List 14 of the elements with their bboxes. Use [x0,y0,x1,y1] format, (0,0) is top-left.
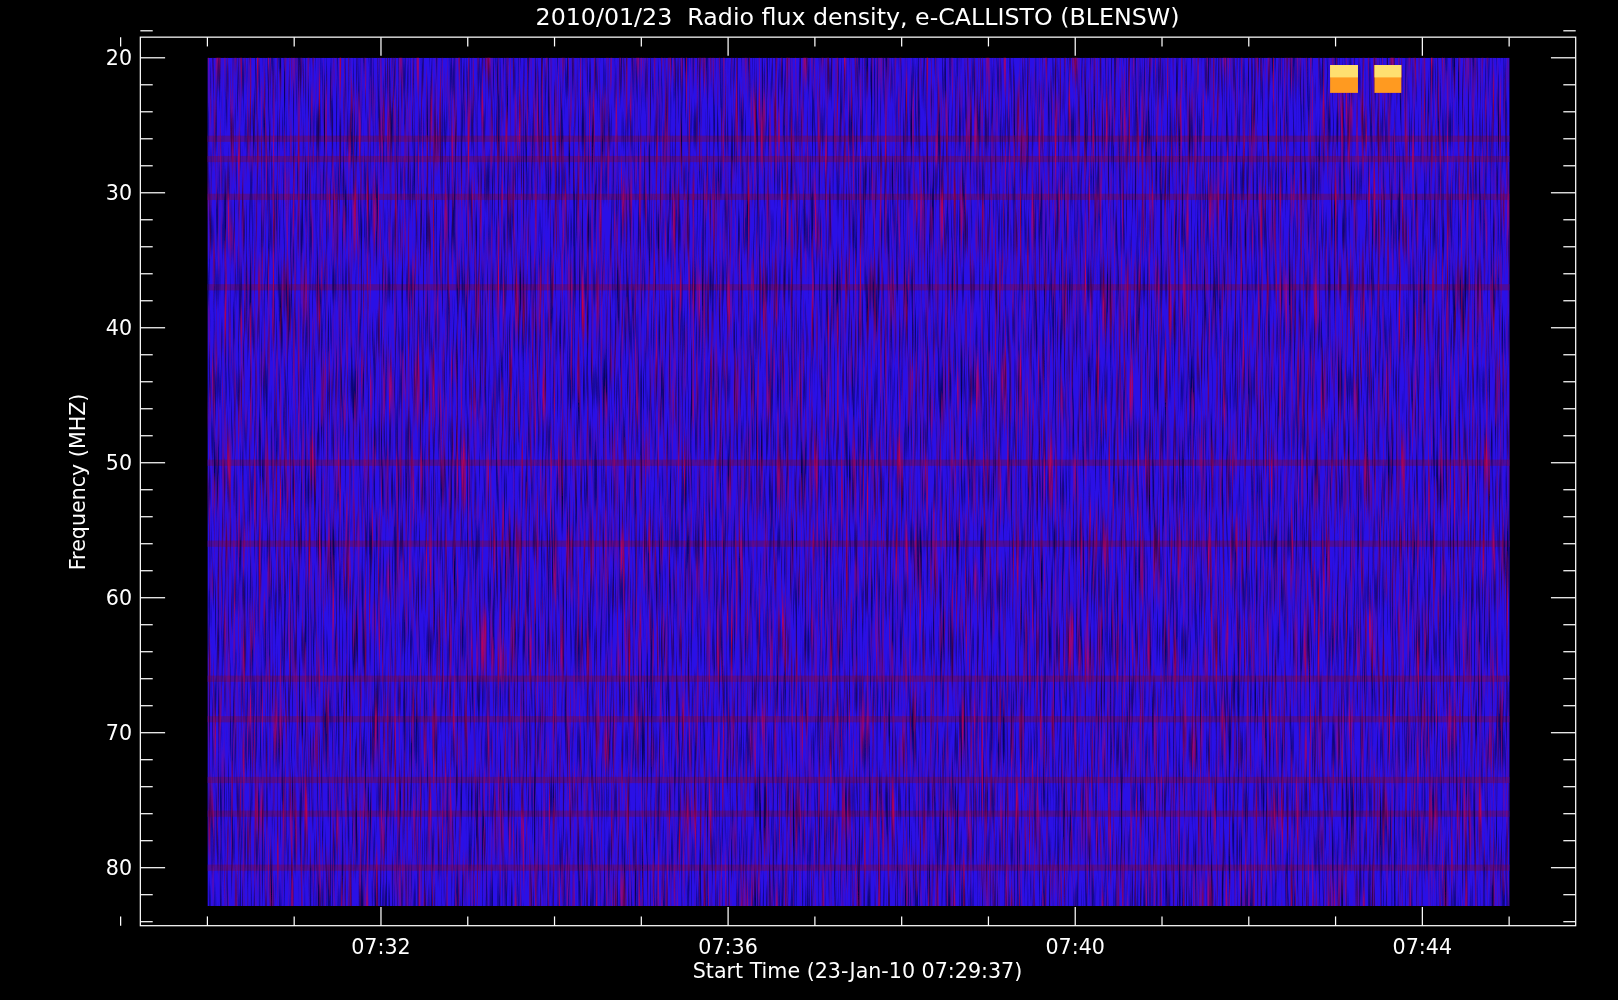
y-tick-label: 70 [105,720,133,745]
y-tick-label: 50 [105,450,133,475]
y-tick-label: 80 [105,855,133,880]
x-tick-label: 07:32 [351,934,411,959]
x-tick-label: 07:44 [1392,934,1453,959]
y-tick-label: 40 [105,316,133,340]
y-tick-label: 60 [105,585,133,610]
y-tick-label: 20 [105,46,133,70]
y-axis-label: Frequency (MHZ) [65,393,90,571]
y-tick-label: 30 [105,181,133,205]
x-tick-label: 07:36 [698,934,758,959]
x-tick-label: 07:40 [1045,934,1105,959]
x-axis-label: Start Time (23-Jan-10 07:29:37) [692,959,1023,984]
plot-title: 2010/01/23 Radio flux density, e-CALLISTO (BLENSW) [535,2,1180,31]
